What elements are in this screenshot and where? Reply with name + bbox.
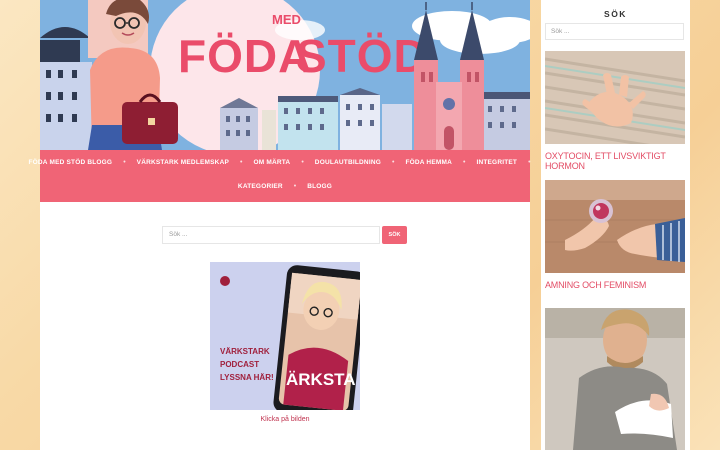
- logo-stod: STÖD: [296, 30, 428, 82]
- nav-item-foda-hemma[interactable]: FÖDA HEMMA: [405, 159, 452, 166]
- nav-separator: •: [463, 159, 466, 166]
- post-thumbnail-amning[interactable]: [545, 180, 685, 273]
- nav-item-doulautbildning[interactable]: DOULAUTBILDNING: [315, 159, 381, 166]
- post-title-amning[interactable]: AMNING OCH FEMINISM: [545, 280, 685, 290]
- nav-separator: •: [528, 159, 531, 166]
- main-navigation: FÖDA MED STÖD BLOGG • VÄRKSTARK MEDLEMSK…: [28, 150, 531, 202]
- main-content: MED FÖDA STÖD FÖDA MED STÖD BLOGG • VÄRK…: [28, 0, 531, 450]
- father-baby-photo: [545, 308, 685, 450]
- main-search-button[interactable]: SÖK: [382, 226, 407, 244]
- nav-item-kategorier[interactable]: KATEGORIER: [238, 183, 283, 190]
- nav-item-blogg[interactable]: FÖDA MED STÖD BLOGG: [28, 159, 112, 166]
- hands-ball-photo: [545, 180, 685, 273]
- nav-row-primary: FÖDA MED STÖD BLOGG • VÄRKSTARK MEDLEMSK…: [28, 159, 531, 166]
- nav-item-blogg-archive[interactable]: BLOGG: [307, 183, 332, 190]
- sidebar-search-input[interactable]: Sök ...: [545, 23, 684, 40]
- nav-separator: •: [293, 183, 297, 190]
- podcast-text-2: PODCAST: [220, 360, 259, 369]
- nav-separator: •: [392, 159, 395, 166]
- record-dot-icon: [220, 276, 230, 286]
- baby-hand-photo: [545, 51, 685, 144]
- nav-separator: •: [301, 159, 304, 166]
- logo-med: MED: [272, 12, 301, 27]
- site-header-banner[interactable]: MED FÖDA STÖD: [40, 0, 530, 150]
- nav-row-secondary: KATEGORIER • BLOGG: [40, 183, 530, 190]
- podcast-text-1: VÄRKSTARK: [220, 347, 270, 356]
- podcast-phone-text: ÄRKSTA: [286, 370, 356, 389]
- podcast-illustration: VÄRKSTARK PODCAST LYSSNA HÄR! ÄRKSTA: [210, 262, 360, 410]
- nav-separator: •: [123, 159, 126, 166]
- nav-item-om-marta[interactable]: OM MÄRTA: [253, 159, 290, 166]
- sidebar-search-title: SÖK: [604, 9, 627, 19]
- sidebar: SÖK Sök ... OXYTOCIN, ETT LIVSVIKTIGT HO…: [541, 0, 690, 450]
- post-title-oxytocin[interactable]: OXYTOCIN, ETT LIVSVIKTIGT HORMON: [545, 151, 685, 171]
- logo-foda: FÖDA: [178, 30, 312, 82]
- nav-item-integritet[interactable]: INTEGRITET: [476, 159, 517, 166]
- nav-separator: •: [240, 159, 243, 166]
- main-search-input[interactable]: Sök ...: [162, 226, 380, 244]
- post-thumbnail-father[interactable]: [545, 308, 685, 450]
- header-illustration: MED FÖDA STÖD: [40, 0, 530, 150]
- post-thumbnail-oxytocin[interactable]: [545, 51, 685, 144]
- podcast-text-3: LYSSNA HÄR!: [220, 373, 274, 382]
- podcast-caption-link[interactable]: Klicka på bilden: [210, 416, 360, 423]
- nav-item-medlemskap[interactable]: VÄRKSTARK MEDLEMSKAP: [137, 159, 229, 166]
- podcast-promo-image[interactable]: VÄRKSTARK PODCAST LYSSNA HÄR! ÄRKSTA: [210, 262, 360, 410]
